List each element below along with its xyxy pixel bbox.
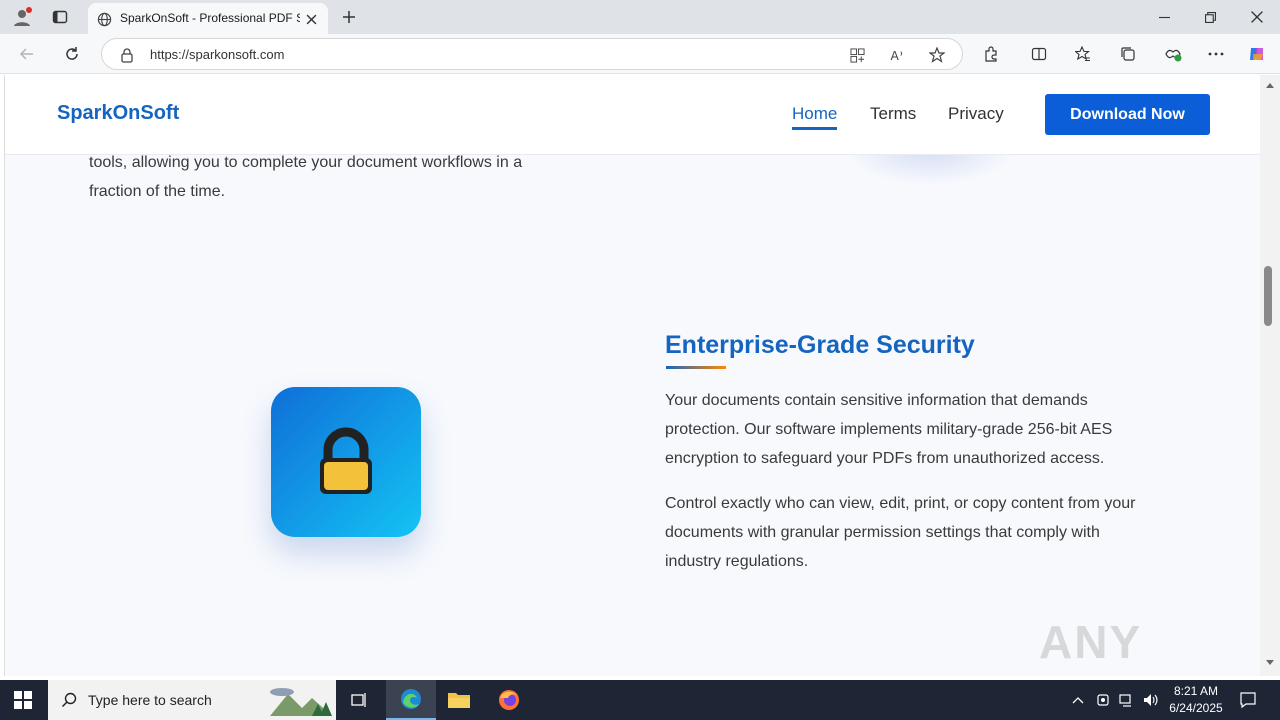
padlock-icon — [320, 427, 372, 494]
app-available-icon[interactable] — [848, 46, 866, 64]
paragraph-line: industry regulations. — [665, 553, 809, 570]
taskbar-clock[interactable]: 8:21 AM 6/24/2025 — [1164, 683, 1228, 717]
firefox-icon[interactable] — [496, 688, 522, 712]
address-toolbar: https://sparkonsoft.com A — [0, 34, 1280, 74]
browser-tab-bar: SparkOnSoft - Professional PDF S — [0, 0, 1280, 34]
paragraph-line: documents with granular permission setti… — [665, 524, 1100, 541]
download-now-button[interactable]: Download Now — [1045, 94, 1210, 135]
previous-section-text: tools, allowing you to complete your doc… — [89, 148, 522, 206]
page-scrollbar[interactable] — [1260, 75, 1280, 676]
meet-now-icon[interactable] — [1094, 692, 1112, 708]
read-aloud-icon[interactable]: A — [888, 46, 906, 64]
paragraph-line: encryption to safeguard your PDFs from u… — [665, 450, 1105, 467]
collections-icon[interactable] — [1118, 44, 1138, 64]
scroll-down-icon[interactable] — [1265, 659, 1275, 667]
close-tab-icon[interactable] — [302, 10, 320, 28]
site-header: SparkOnSoft Home Terms Privacy Download … — [5, 75, 1260, 155]
scrollbar-thumb[interactable] — [1264, 266, 1272, 326]
nav-home[interactable]: Home — [792, 104, 838, 130]
extensions-icon[interactable] — [981, 44, 1001, 64]
tab-actions-icon[interactable] — [50, 8, 70, 26]
search-icon — [60, 691, 78, 709]
taskbar-search-box[interactable]: Type here to search — [48, 680, 336, 720]
edge-taskbar-icon[interactable] — [386, 680, 436, 720]
minimize-icon[interactable] — [1152, 8, 1176, 26]
start-button-icon[interactable] — [12, 690, 34, 710]
new-tab-icon[interactable] — [338, 6, 360, 28]
clock-time: 8:21 AM — [1173, 684, 1219, 698]
site-logo[interactable]: SparkOnSoft — [57, 102, 179, 125]
paragraph-line: protection. Our software implements mili… — [665, 421, 1113, 438]
nav-privacy[interactable]: Privacy — [948, 104, 1004, 124]
security-lock-illustration — [271, 387, 421, 537]
notification-icon[interactable] — [1238, 690, 1258, 710]
nav-terms[interactable]: Terms — [870, 104, 916, 124]
file-explorer-icon[interactable] — [446, 690, 472, 710]
paragraph-line: Your documents contain sensitive informa… — [665, 392, 1088, 409]
site-info-icon[interactable] — [118, 46, 136, 64]
clock-date: 6/24/2025 — [1169, 701, 1223, 715]
address-bar[interactable]: https://sparkonsoft.com A — [101, 38, 963, 70]
task-view-icon[interactable] — [348, 690, 372, 710]
profile-icon[interactable] — [10, 6, 34, 28]
copilot-icon[interactable] — [1246, 43, 1268, 65]
tab-sparkonsoft[interactable]: SparkOnSoft - Professional PDF S — [88, 3, 328, 34]
volume-icon[interactable] — [1142, 692, 1160, 708]
anyrun-watermark: ANY RUN — [1039, 616, 1143, 676]
restore-icon[interactable] — [1198, 8, 1222, 26]
favorite-star-icon[interactable] — [928, 46, 946, 64]
scroll-up-icon[interactable] — [1265, 81, 1275, 89]
svg-text:A: A — [890, 49, 899, 63]
refresh-icon[interactable] — [61, 44, 83, 64]
windows-taskbar: Type here to search 8:21 AM 6/24/2025 — [0, 680, 1280, 720]
split-screen-icon[interactable] — [1029, 44, 1049, 64]
paragraph-line: Control exactly who can view, edit, prin… — [665, 495, 1136, 512]
web-page: tools, allowing you to complete your doc… — [4, 75, 1260, 676]
favorites-icon[interactable] — [1073, 44, 1093, 64]
browser-essentials-icon[interactable] — [1162, 44, 1184, 64]
more-options-icon[interactable] — [1206, 44, 1226, 64]
heading-underline — [666, 366, 726, 369]
security-paragraph-2: Control exactly who can view, edit, prin… — [665, 489, 1135, 576]
search-highlight-icon — [262, 682, 334, 718]
show-hidden-icons[interactable] — [1070, 692, 1086, 708]
previous-text-line: fraction of the time. — [89, 183, 226, 200]
close-window-icon[interactable] — [1245, 8, 1269, 26]
back-icon[interactable] — [16, 44, 38, 64]
url-text: https://sparkonsoft.com — [150, 47, 285, 62]
tab-title: SparkOnSoft - Professional PDF S — [120, 11, 300, 25]
security-paragraph-1: Your documents contain sensitive informa… — [665, 386, 1112, 473]
search-placeholder: Type here to search — [88, 692, 212, 708]
globe-icon — [96, 11, 112, 27]
network-icon[interactable] — [1118, 692, 1136, 708]
security-heading: Enterprise-Grade Security — [665, 331, 975, 359]
